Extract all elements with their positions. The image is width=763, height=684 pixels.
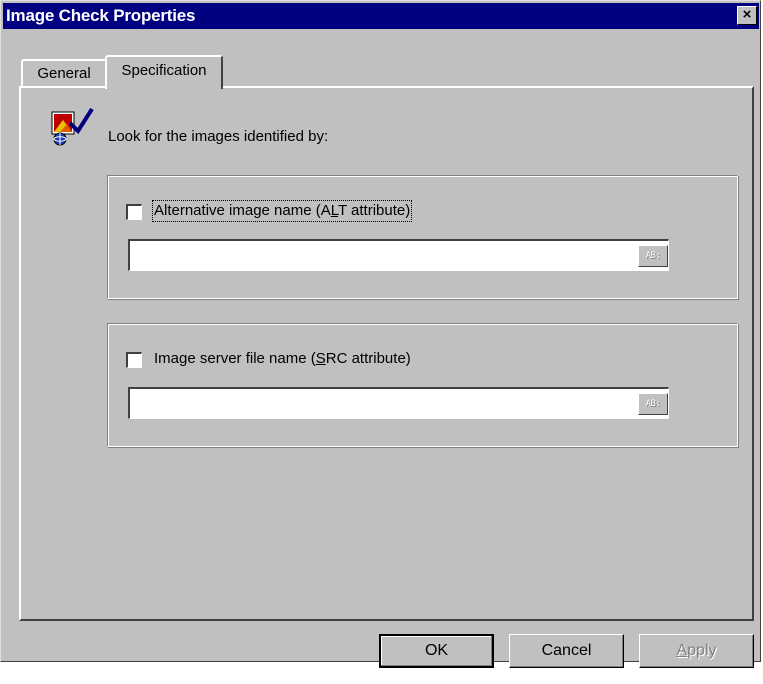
alt-name-field[interactable] xyxy=(128,239,669,271)
src-attribute-checkbox[interactable] xyxy=(126,352,142,368)
src-name-field[interactable] xyxy=(128,387,669,419)
tab-general[interactable]: General xyxy=(21,59,107,86)
alt-attribute-group: Alternative image name (ALT attribute) A… xyxy=(107,175,738,299)
cancel-button[interactable]: Cancel xyxy=(509,634,624,668)
image-check-icon xyxy=(51,107,94,146)
ok-button[interactable]: OK xyxy=(379,634,494,668)
dialog-window: Image Check Properties × General Specifi… xyxy=(0,0,761,668)
apply-button[interactable]: Apply xyxy=(639,634,754,668)
specification-panel: Look for the images identified by: Alter… xyxy=(19,86,754,621)
title-bar[interactable]: Image Check Properties × xyxy=(3,3,759,29)
alt-attribute-label[interactable]: Alternative image name (ALT attribute) xyxy=(151,200,413,222)
src-regex-button[interactable]: AB: xyxy=(638,393,668,415)
instruction-label: Look for the images identified by: xyxy=(108,128,329,145)
src-attribute-group: Image server file name (SRC attribute) A… xyxy=(107,323,738,447)
tab-general-label: General xyxy=(37,65,91,82)
close-button[interactable]: × xyxy=(737,6,757,25)
alt-attribute-checkbox[interactable] xyxy=(126,204,142,220)
tab-specification-label: Specification xyxy=(121,62,207,79)
alt-regex-button[interactable]: AB: xyxy=(638,245,668,267)
src-attribute-label[interactable]: Image server file name (SRC attribute) xyxy=(154,350,411,368)
window-title: Image Check Properties xyxy=(6,6,196,25)
tab-specification[interactable]: Specification xyxy=(105,55,223,89)
